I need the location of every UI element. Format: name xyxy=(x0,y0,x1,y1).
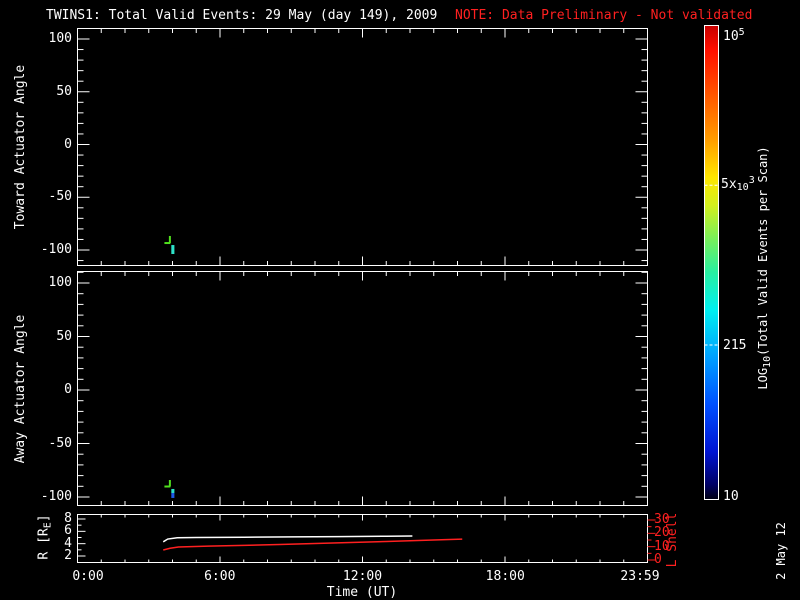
colorbar-5e3-label: 5x103 xyxy=(721,175,755,193)
scan-mark xyxy=(171,488,175,494)
x-tick-label: 0:00 xyxy=(72,569,104,584)
colorbar-min-label: 10 xyxy=(723,489,739,504)
lshell-tick-label: 0 xyxy=(654,552,662,567)
colorbar-215-label: 215 xyxy=(723,338,747,353)
x-tick-label: 18:00 xyxy=(485,569,525,584)
plot-canvas xyxy=(77,25,719,563)
panel-box-orbit xyxy=(77,514,648,563)
colorbar-axis-label: LOG10(Total Valid Events per Scan) xyxy=(756,146,773,390)
x-tick-label: 23:59 xyxy=(620,569,660,584)
y-tick-label: -100 xyxy=(40,242,72,257)
x-tick-label: 6:00 xyxy=(204,569,236,584)
time-axis-title: Time (UT) xyxy=(326,585,398,600)
colorbar-max-label: 105 xyxy=(723,27,745,44)
r-tick-label: 2 xyxy=(64,548,72,563)
y-tick-label: 0 xyxy=(64,382,72,397)
y-tick-label: -50 xyxy=(48,435,72,451)
y-tick-label: -50 xyxy=(48,189,72,205)
y-tick-label: 100 xyxy=(48,275,72,290)
colorbar-gradient xyxy=(705,26,718,499)
panel-box-toward xyxy=(77,28,648,266)
preliminary-note: NOTE: Data Preliminary - Not validated xyxy=(455,8,753,23)
scan-mark xyxy=(171,493,175,498)
y-tick-label: 0 xyxy=(64,136,72,152)
panel-box-away xyxy=(77,271,648,506)
x-tick-label: 12:00 xyxy=(342,569,383,584)
datestamp: 2 May 12 xyxy=(774,522,788,580)
scan-mark xyxy=(171,245,175,255)
plot-title: TWINS1: Total Valid Events: 29 May (day … xyxy=(46,8,438,23)
y-tick-label: 50 xyxy=(56,328,72,344)
y-tick-label: -100 xyxy=(40,489,72,504)
twins-events-plot: TWINS1: Total Valid Events: 29 May (day … xyxy=(0,0,800,600)
y-tick-label: 50 xyxy=(56,83,72,99)
y-tick-label: 100 xyxy=(48,31,72,46)
